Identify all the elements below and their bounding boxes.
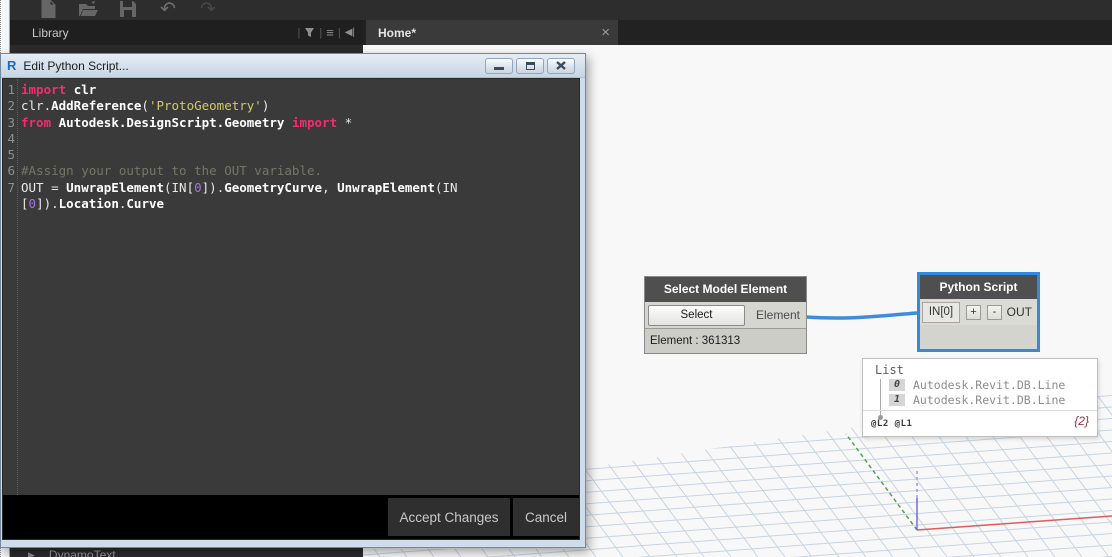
close-icon	[556, 61, 566, 70]
out-output-port[interactable]: OUT	[1007, 305, 1032, 319]
x-axis	[916, 515, 1112, 531]
save-icon[interactable]	[108, 0, 148, 20]
close-button[interactable]	[547, 57, 575, 74]
element-output-port[interactable]: Element	[756, 308, 800, 322]
maximize-button[interactable]	[516, 57, 544, 74]
add-input-button[interactable]: +	[966, 304, 981, 320]
list-item: 1 Autodesk.Revit.DB.Line	[889, 392, 1065, 407]
cancel-button[interactable]: Cancel	[513, 498, 579, 536]
library-panel-header: Library | | ≡ | ◀|	[10, 20, 363, 45]
code-line: 7 OUT = UnwrapElement(IN[0]).GeometryCurv…	[7, 179, 458, 195]
list-label: List	[875, 363, 904, 377]
list-item: 0 Autodesk.Revit.DB.Line	[889, 377, 1065, 392]
tab-home[interactable]: Home* ×	[366, 20, 618, 45]
code-line: 6 #Assign your output to the OUT variable…	[7, 163, 323, 179]
separator: |	[319, 26, 323, 39]
open-folder-icon[interactable]	[68, 0, 108, 20]
dialog-title: Edit Python Script...	[23, 58, 129, 73]
library-title: Library	[32, 25, 69, 40]
new-file-icon[interactable]	[28, 0, 68, 20]
minimize-button[interactable]	[485, 57, 513, 74]
redo-icon[interactable]: ↷	[188, 0, 228, 20]
python-code-editor[interactable]: 1 import clr 2 clr.AddReference('ProtoGeome…	[3, 79, 579, 495]
node-wire[interactable]	[804, 311, 919, 320]
node-title: Python Script	[920, 275, 1037, 299]
code-line: 3 from Autodesk.DesignScript.Geometry imp…	[7, 114, 353, 130]
code-line: 5	[7, 147, 15, 163]
minimize-icon	[494, 67, 504, 70]
revit-app-icon: R	[7, 58, 17, 73]
undo-icon[interactable]: ↶	[148, 0, 188, 20]
maximize-icon	[525, 61, 535, 70]
library-item-dynamotext[interactable]: ▶ DynamoText	[28, 548, 116, 557]
code-line: 1 import clr	[7, 82, 97, 97]
accept-changes-button[interactable]: Accept Changes	[388, 498, 510, 536]
in0-input-port[interactable]: IN[0]	[922, 301, 960, 323]
code-line: 2 clr.AddReference('ProtoGeometry')	[7, 98, 270, 114]
list-count-badge: {2}	[1074, 414, 1089, 428]
node-title: Select Model Element	[645, 277, 806, 302]
remove-input-button[interactable]: -	[987, 304, 1002, 320]
origin-axes	[845, 433, 1112, 531]
y-axis	[845, 433, 918, 531]
python-script-node[interactable]: Python Script IN[0] + - OUT	[917, 272, 1040, 352]
edit-python-script-dialog: R Edit Python Script... 1 import clr 2 clr.…	[0, 53, 586, 548]
tab-label: Home*	[378, 25, 417, 40]
select-model-element-node[interactable]: Select Model Element Select Element Elem…	[644, 276, 807, 354]
select-button[interactable]: Select	[648, 304, 745, 326]
main-toolbar: ↶ ↷	[10, 0, 1112, 20]
dialog-footer: Accept Changes Cancel	[3, 495, 579, 539]
chevron-right-icon: ▶	[28, 549, 35, 557]
code-line: 4	[7, 130, 15, 146]
library-item-label: DynamoText	[48, 548, 116, 557]
dialog-titlebar[interactable]: R Edit Python Script...	[1, 54, 585, 78]
separator: |	[337, 26, 341, 39]
list-view-icon[interactable]: ≡	[326, 25, 334, 40]
separator: |	[297, 26, 301, 39]
code-line: [0]).Location.Curve	[21, 196, 165, 212]
element-id-value: Element : 361313	[645, 328, 806, 353]
filter-icon[interactable]	[304, 27, 315, 38]
list-levels-label: @L2 @L1	[871, 419, 913, 429]
collapse-panel-icon[interactable]: ◀|	[345, 27, 355, 38]
tab-close-icon[interactable]: ×	[601, 25, 610, 40]
node-body	[920, 325, 1037, 349]
output-preview-bubble: List 0 Autodesk.Revit.DB.Line 1 Autodesk.Re…	[862, 358, 1098, 437]
